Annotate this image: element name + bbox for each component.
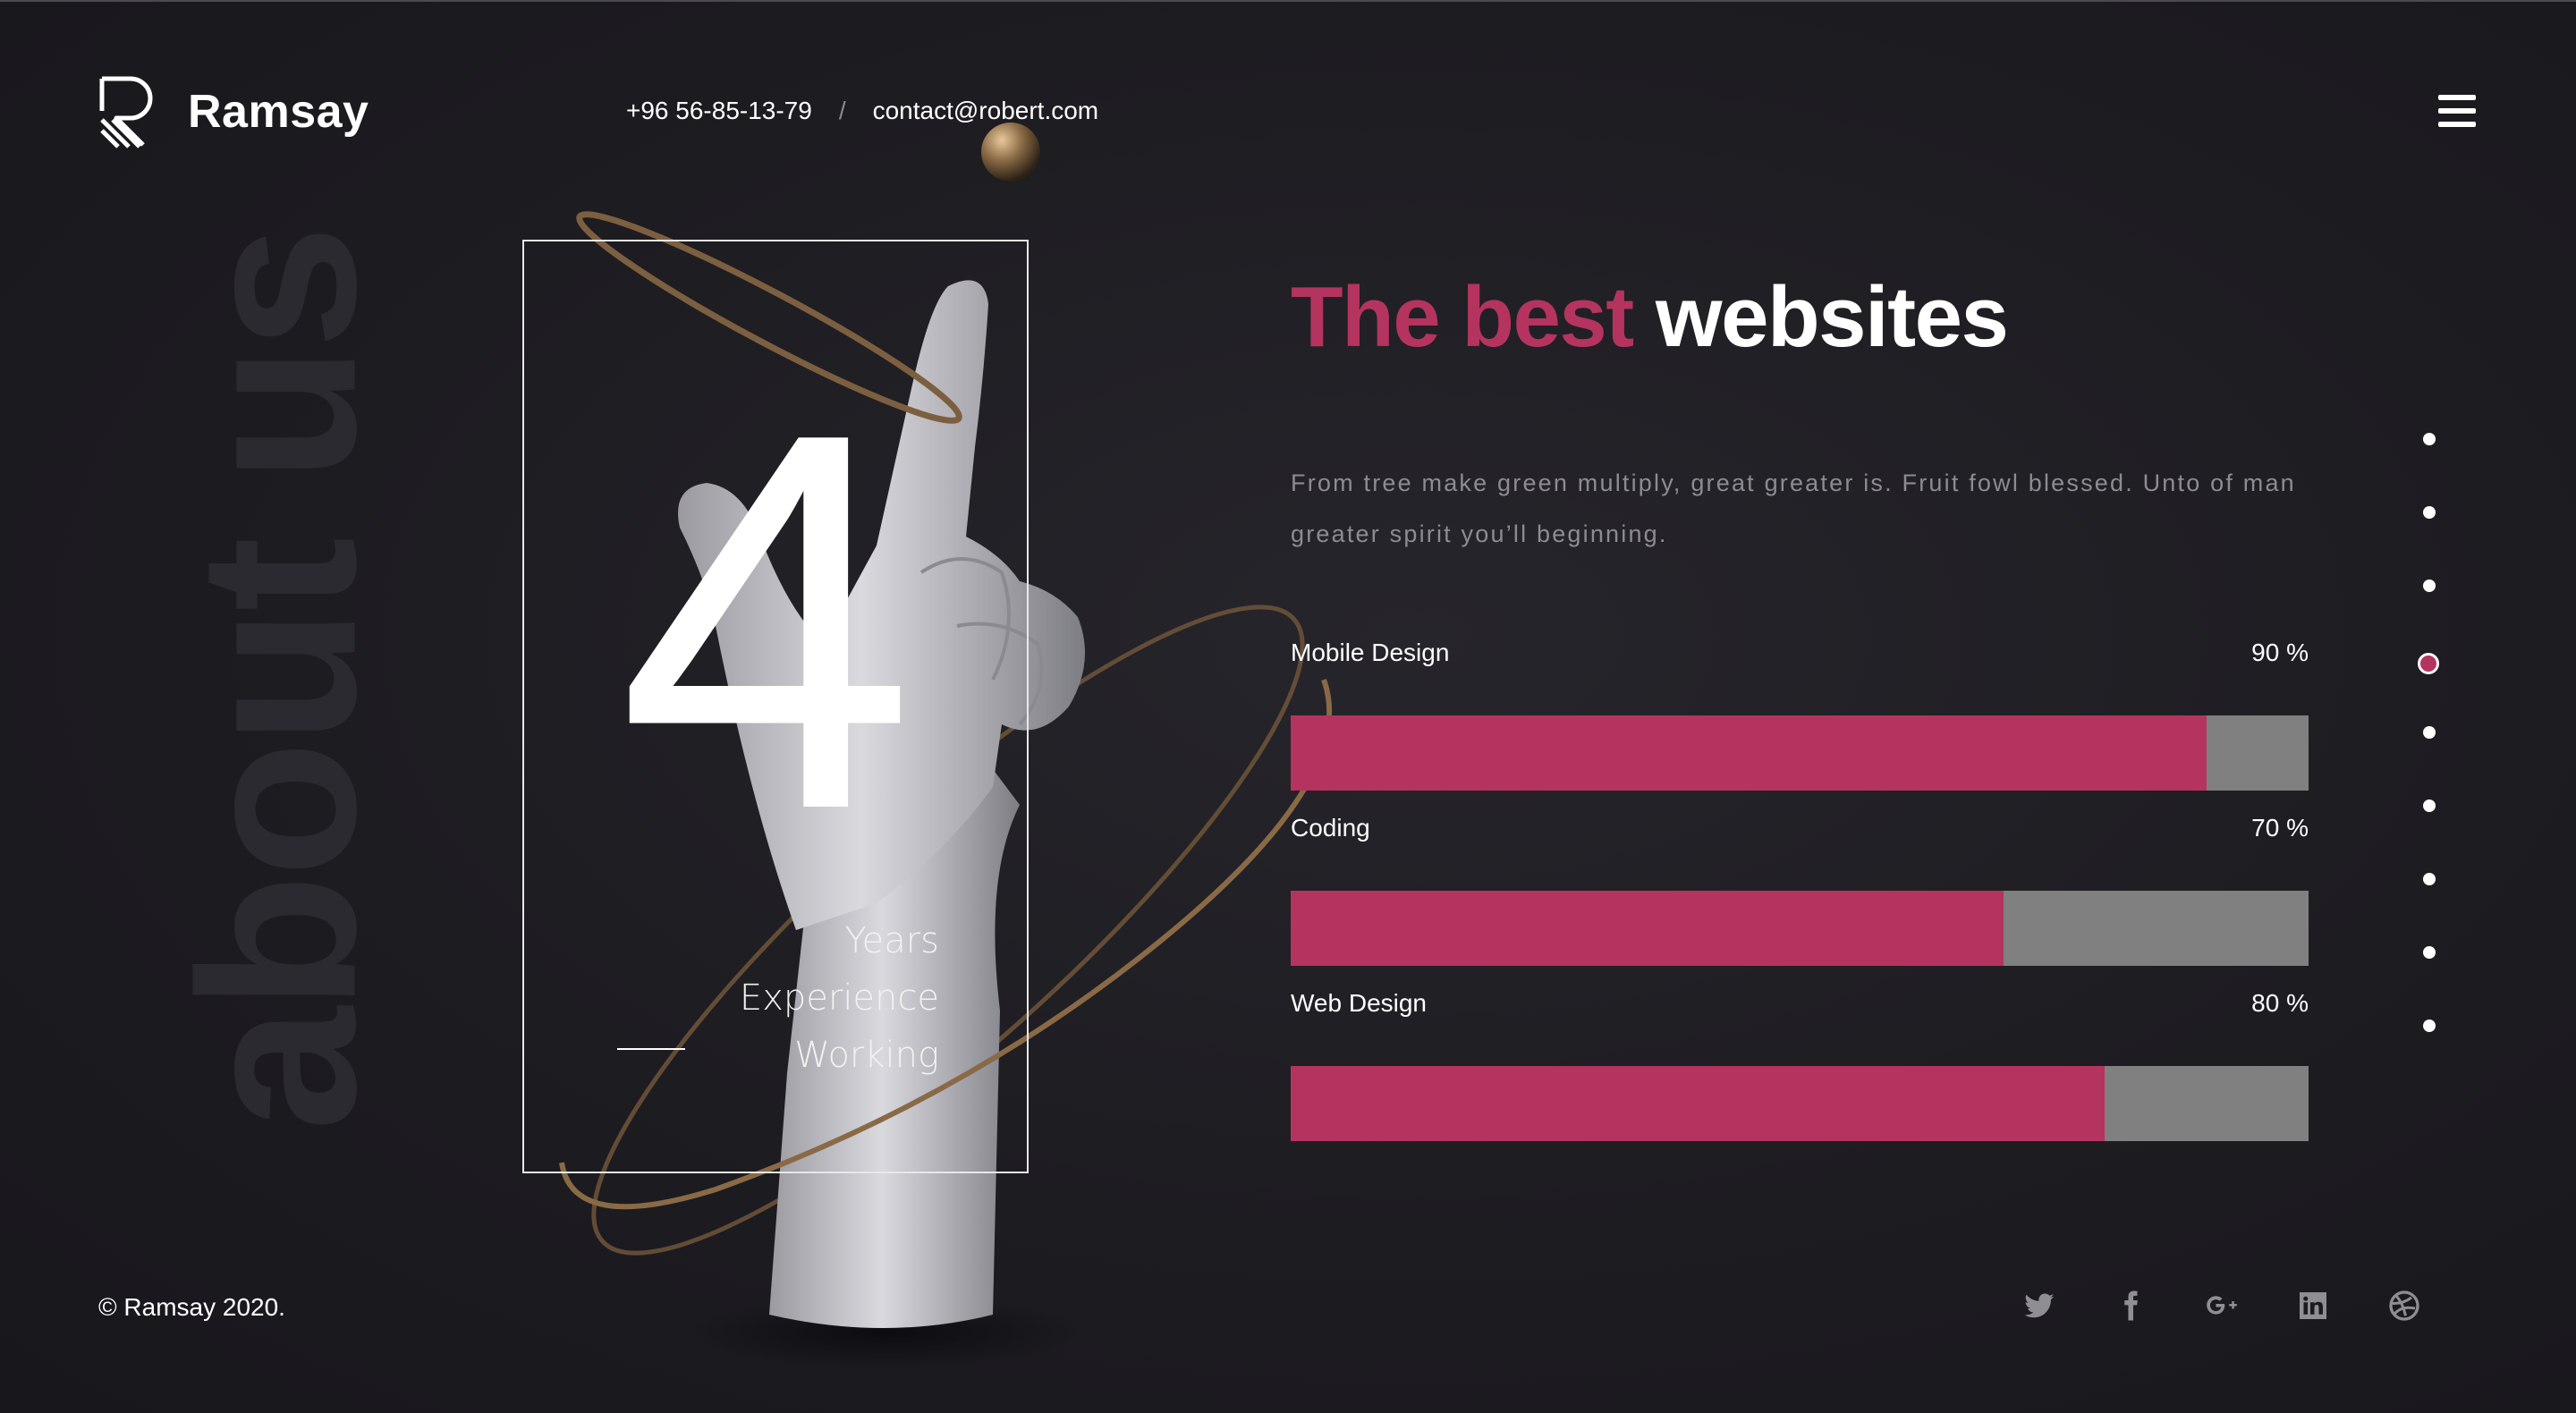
- pagination-dot[interactable]: [2423, 580, 2436, 592]
- linkedin-icon[interactable]: [2295, 1288, 2331, 1324]
- dribbble-icon[interactable]: [2386, 1288, 2422, 1324]
- skill-value: 80 %: [2251, 989, 2309, 1017]
- experience-caption: Years Experience Working: [740, 912, 939, 1084]
- experience-caption-line-1: Years: [844, 920, 939, 961]
- pagination-dot[interactable]: [2423, 433, 2436, 445]
- contact-separator: /: [838, 97, 846, 124]
- skill-progress-bar: [1291, 891, 2309, 966]
- pagination-dot[interactable]: [2423, 726, 2436, 739]
- experience-caption-line-2: Experience: [739, 977, 939, 1019]
- skill-progress-bar: [1291, 715, 2309, 791]
- skill-label: Web Design: [1291, 989, 1428, 1017]
- twitter-icon[interactable]: [2021, 1288, 2057, 1324]
- skill-value: 90 %: [2251, 639, 2309, 666]
- pagination-dot[interactable]: [2423, 946, 2436, 959]
- top-border: [0, 0, 2576, 2]
- skill-progress-fill: [1291, 891, 2004, 966]
- google-plus-icon[interactable]: [2204, 1288, 2240, 1324]
- brand-logo[interactable]: Ramsay: [98, 75, 369, 148]
- page-title-rest: websites: [1655, 269, 2009, 365]
- skill-web-design: Web Design 80 %: [1291, 989, 2309, 1141]
- social-links: [2021, 1288, 2422, 1324]
- skill-progress-fill: [1291, 1066, 2106, 1141]
- facebook-icon[interactable]: [2113, 1288, 2148, 1324]
- skill-mobile-design: Mobile Design 90 %: [1291, 639, 2309, 791]
- page-title: The best websites: [1291, 268, 2009, 367]
- brand-name: Ramsay: [188, 86, 369, 138]
- experience-caption-line-3: Working: [794, 1035, 939, 1076]
- email-link[interactable]: contact@robert.com: [873, 97, 1099, 125]
- copyright-text: © Ramsay 2020.: [98, 1293, 285, 1321]
- skill-value: 70 %: [2251, 814, 2309, 842]
- experience-number: 4: [617, 322, 916, 921]
- header-contact: +96 56-85-13-79 / contact@robert.com: [626, 97, 1098, 125]
- section-description: From tree make green multiply, great gre…: [1291, 470, 2296, 547]
- pagination-dot[interactable]: [2423, 506, 2436, 519]
- skill-progress-bar: [1291, 1066, 2309, 1141]
- experience-divider: [617, 1048, 685, 1050]
- skill-label: Mobile Design: [1291, 639, 1450, 666]
- page-title-accent: The best: [1291, 269, 1634, 365]
- skill-progress-fill: [1291, 715, 2207, 791]
- skill-coding: Coding 70 %: [1291, 814, 2309, 966]
- phone-link[interactable]: +96 56-85-13-79: [626, 97, 812, 125]
- pagination-dot[interactable]: [2418, 653, 2439, 674]
- section-side-title: about us: [152, 228, 402, 1131]
- pagination-dot[interactable]: [2423, 873, 2436, 885]
- pagination-dot[interactable]: [2423, 1020, 2436, 1032]
- menu-icon[interactable]: [2438, 95, 2476, 127]
- pagination-dot[interactable]: [2423, 800, 2436, 812]
- logo-icon: [99, 76, 153, 148]
- skill-label: Coding: [1291, 814, 1370, 842]
